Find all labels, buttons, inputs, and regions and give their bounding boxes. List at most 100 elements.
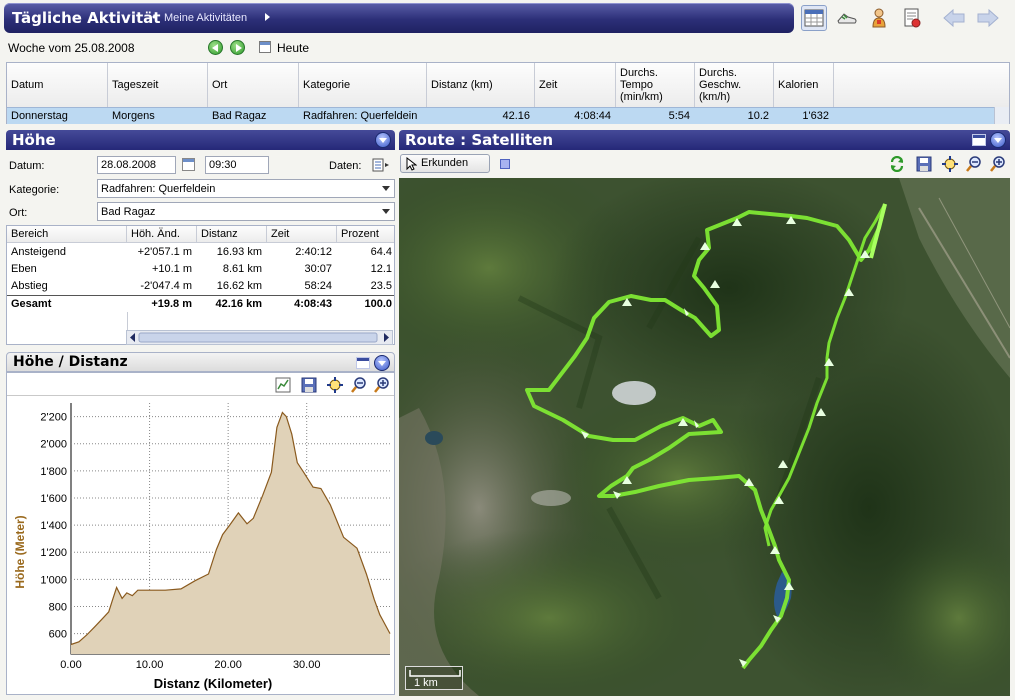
- ort-value: Bad Ragaz: [101, 206, 156, 218]
- chevron-down-icon[interactable]: [382, 186, 390, 191]
- hoehe-panel-header: Höhe: [6, 130, 395, 150]
- column-header-kalorien[interactable]: Kalorien: [774, 63, 834, 107]
- cell-prozent: 64.4: [370, 246, 392, 258]
- kategorie-select[interactable]: Radfahren: Querfeldein: [97, 179, 395, 198]
- refresh-icon[interactable]: [889, 156, 905, 172]
- chart-options-icon[interactable]: [275, 377, 291, 393]
- previous-week-button[interactable]: [208, 40, 223, 55]
- breadcrumb-arrow-icon[interactable]: [265, 13, 270, 21]
- column-header-distanz[interactable]: Distanz: [197, 226, 267, 243]
- hoehe-panel-menu-icon[interactable]: [375, 132, 391, 148]
- save-icon[interactable]: [916, 156, 932, 172]
- back-button[interactable]: [941, 5, 967, 31]
- altitude-table: Bereich Höh. Änd. Distanz Zeit Prozent A…: [6, 225, 395, 345]
- column-header-tageszeit[interactable]: Tageszeit: [108, 63, 208, 107]
- x-tick-label: 10.00: [136, 659, 164, 671]
- cell-ort: Bad Ragaz: [212, 110, 267, 122]
- week-label: Woche vom 25.08.2008: [8, 41, 135, 55]
- x-tick-label: 0.00: [60, 659, 81, 671]
- map-scale: 1 km: [405, 666, 463, 690]
- grid-vertical-scrollbar[interactable]: [994, 107, 1009, 124]
- chart-panel-title: Höhe / Distanz: [13, 354, 128, 370]
- explore-button[interactable]: Erkunden: [400, 154, 490, 173]
- scrollbar-arrows[interactable]: [127, 331, 392, 344]
- zeit-field[interactable]: 09:30: [205, 156, 269, 174]
- report-button[interactable]: [899, 5, 925, 31]
- x-tick-label: 30.00: [293, 659, 321, 671]
- cell-prozent: 100.0: [364, 298, 392, 310]
- table-row[interactable]: Donnerstag Morgens Bad Ragaz Radfahren: …: [7, 107, 995, 124]
- altitude-distance-chart[interactable]: 0.00 10.00 20.00 30.00 600 800 1'000 1'200 1'40…: [7, 395, 394, 694]
- cell-bereich: Eben: [11, 263, 37, 275]
- cell-kalorien: 1'632: [802, 110, 829, 122]
- date-picker-icon[interactable]: [182, 158, 195, 171]
- shoe-button[interactable]: [834, 5, 860, 31]
- scale-label: 1 km: [414, 677, 438, 689]
- cell-bereich: Ansteigend: [11, 246, 67, 258]
- table-row[interactable]: Eben +10.1 m 8.61 km 30:07 12.1: [7, 261, 394, 278]
- map-color-swatch[interactable]: [500, 159, 510, 169]
- breadcrumb-my-activities[interactable]: Meine Aktivitäten: [164, 12, 247, 24]
- table-row[interactable]: Ansteigend +2'057.1 m 16.93 km 2:40:12 6…: [7, 244, 394, 261]
- column-header-prozent[interactable]: Prozent: [337, 226, 394, 243]
- y-tick-label: 600: [49, 629, 67, 641]
- datum-field[interactable]: 28.08.2008: [97, 156, 176, 174]
- table-horizontal-scrollbar[interactable]: [126, 330, 393, 345]
- shoe-icon: [837, 13, 857, 24]
- column-header-bereich[interactable]: Bereich: [7, 226, 127, 243]
- x-axis-label: Distanz (Kilometer): [154, 676, 272, 691]
- column-header-tempo[interactable]: Durchs. Tempo (min/km): [616, 63, 695, 107]
- column-header-distanz[interactable]: Distanz (km): [427, 63, 535, 107]
- cell-bereich: Abstieg: [11, 280, 48, 292]
- hoehe-panel-title: Höhe: [12, 131, 56, 149]
- fit-view-icon[interactable]: [942, 156, 958, 172]
- fit-view-icon[interactable]: [327, 377, 343, 393]
- cell-distanz: 42.16 km: [215, 298, 262, 310]
- column-header-geschwindigkeit[interactable]: Durchs. Geschw. (km/h): [695, 63, 774, 107]
- ort-label: Ort:: [9, 207, 28, 219]
- window-layout-icon[interactable]: [356, 357, 370, 369]
- daten-label: Daten:: [329, 160, 362, 172]
- cell-zeit: 30:07: [304, 263, 332, 275]
- column-header-datum[interactable]: Datum: [7, 63, 108, 107]
- today-button[interactable]: Heute: [277, 41, 309, 55]
- satellite-map[interactable]: 1 km: [399, 178, 1010, 696]
- y-tick-label: 800: [49, 602, 67, 614]
- athlete-button[interactable]: [866, 5, 892, 31]
- ort-select[interactable]: Bad Ragaz: [97, 202, 395, 221]
- column-header-hoehe-aenderung[interactable]: Höh. Änd.: [127, 226, 197, 243]
- calendar-icon[interactable]: [259, 41, 271, 53]
- cell-zeit: 4:08:44: [574, 110, 611, 122]
- table-total-row[interactable]: Gesamt +19.8 m 42.16 km 4:08:43 100.0: [7, 295, 394, 312]
- cell-bereich: Gesamt: [11, 298, 52, 310]
- zoom-out-icon[interactable]: [351, 377, 367, 393]
- y-tick-label: 1'600: [40, 493, 67, 505]
- column-header-filler: [834, 63, 1009, 107]
- title-bar: Tägliche Aktivität • Meine Aktivitäten: [4, 3, 794, 33]
- window-layout-icon[interactable]: [972, 134, 986, 146]
- next-week-button[interactable]: [230, 40, 245, 55]
- column-header-kategorie[interactable]: Kategorie: [299, 63, 427, 107]
- calendar-view-button[interactable]: [801, 5, 827, 31]
- table-row[interactable]: Abstieg -2'047.4 m 16.62 km 58:24 23.5: [7, 278, 394, 295]
- column-header-zeit[interactable]: Zeit: [535, 63, 616, 107]
- cell-zeit: 2:40:12: [295, 246, 332, 258]
- calendar-view-icon: [804, 9, 824, 27]
- map-canvas[interactable]: [399, 178, 1010, 696]
- cell-prozent: 12.1: [370, 263, 392, 275]
- data-source-icon[interactable]: [372, 158, 390, 172]
- zoom-in-icon[interactable]: [374, 377, 390, 393]
- y-axis-ticks: 600 800 1'000 1'200 1'400 1'600 1'800 2'000 2'20…: [40, 412, 67, 641]
- chart-panel-menu-icon[interactable]: [374, 355, 390, 371]
- column-header-zeit[interactable]: Zeit: [267, 226, 337, 243]
- forward-button[interactable]: [975, 5, 1001, 31]
- y-tick-label: 1'000: [40, 574, 67, 586]
- zoom-in-icon[interactable]: [990, 156, 1006, 172]
- route-panel-menu-icon[interactable]: [990, 132, 1006, 148]
- zoom-out-icon[interactable]: [966, 156, 982, 172]
- cell-hoehe-aenderung: +10.1 m: [151, 263, 192, 275]
- y-tick-label: 1'200: [40, 547, 67, 559]
- save-icon[interactable]: [301, 377, 317, 393]
- column-header-ort[interactable]: Ort: [208, 63, 299, 107]
- chevron-down-icon[interactable]: [382, 209, 390, 214]
